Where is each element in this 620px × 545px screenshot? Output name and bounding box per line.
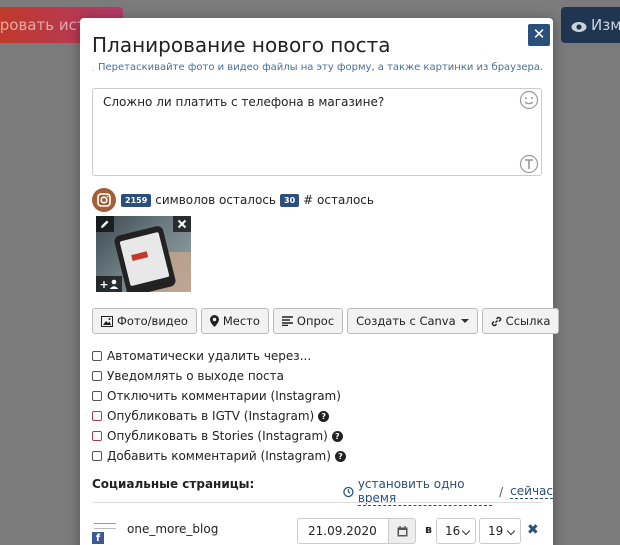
checkbox[interactable] — [92, 351, 102, 361]
checkbox[interactable] — [92, 431, 102, 441]
link-button[interactable]: Ссылка — [481, 308, 560, 334]
at-label: в — [425, 523, 432, 536]
user-icon — [109, 279, 118, 289]
calendar-button[interactable] — [389, 518, 416, 544]
option-add-comment[interactable]: Добавить комментарий (Instagram)? — [92, 446, 346, 466]
remove-account-icon[interactable]: ✖ — [527, 522, 539, 538]
map-marker-icon — [209, 315, 219, 327]
chars-left-label: символов осталось — [155, 193, 276, 207]
social-divider — [92, 502, 542, 503]
new-post-modal: ✕ Планирование нового поста Перетаскивай… — [80, 18, 560, 545]
instagram-icon — [92, 188, 116, 212]
option-notify[interactable]: Уведомлять о выходе поста — [92, 366, 346, 386]
now-link[interactable]: сейчас — [510, 484, 553, 499]
canva-dropdown-button[interactable]: Создать с Canva — [347, 308, 478, 334]
eye-icon — [571, 22, 587, 32]
post-text-input[interactable]: Сложно ли платить с телефона в магазине? — [92, 88, 542, 176]
question-circle-icon[interactable]: ? — [331, 430, 343, 442]
question-circle-icon[interactable]: ? — [318, 410, 330, 422]
post-options: Автоматически удалить через... Уведомлят… — [92, 346, 346, 466]
caret-down-icon — [460, 319, 469, 323]
media-toolbar: Фото/видео Место Опрос Создать с Canva С… — [92, 308, 563, 334]
clock-icon — [343, 486, 354, 497]
account-row: f one_more_blog 21.09.2020 в 16 19 ✖ — [92, 518, 552, 545]
counters-row: 2159 символов осталось 30 # осталось — [92, 188, 374, 212]
option-publish-stories[interactable]: Опубликовать в Stories (Instagram)? — [92, 426, 346, 446]
chars-left-badge: 2159 — [121, 193, 152, 207]
checkbox[interactable] — [92, 371, 102, 381]
option-disable-comments[interactable]: Отключить комментарии (Instagram) — [92, 386, 346, 406]
option-publish-igtv[interactable]: Опубликовать в IGTV (Instagram)? — [92, 406, 346, 426]
tag-user-button[interactable]: + — [96, 276, 122, 292]
delete-media-icon[interactable] — [173, 216, 191, 232]
link-icon — [491, 316, 501, 326]
account-name: one_more_blog — [127, 522, 219, 536]
image-icon — [101, 315, 113, 327]
place-button[interactable]: Место — [200, 308, 269, 334]
option-auto-delete[interactable]: Автоматически удалить через... — [92, 346, 346, 366]
background-edit-button: Изме — [561, 7, 620, 43]
smile-icon[interactable] — [519, 90, 539, 110]
close-button[interactable]: ✕ — [528, 24, 550, 46]
pencil-icon[interactable] — [96, 216, 114, 232]
list-icon — [281, 316, 293, 326]
social-pages-title: Социальные страницы: — [92, 477, 255, 491]
hashtags-left-badge: 30 — [280, 193, 300, 207]
hashtags-left-label: # осталось — [303, 193, 374, 207]
links-separator: / — [499, 484, 504, 499]
modal-title: Планирование нового поста — [92, 33, 391, 57]
question-circle-icon[interactable]: ? — [334, 450, 346, 462]
checkbox[interactable] — [92, 391, 102, 401]
drag-drop-hint: Перетаскивайте фото и видео файлы на эту… — [94, 62, 548, 73]
checkbox[interactable] — [92, 451, 102, 461]
checkbox[interactable] — [92, 411, 102, 421]
date-input[interactable]: 21.09.2020 — [297, 518, 389, 544]
photo-video-button[interactable]: Фото/видео — [92, 308, 197, 334]
calendar-icon — [397, 525, 407, 536]
minute-select[interactable]: 19 — [479, 518, 521, 544]
poll-button[interactable]: Опрос — [272, 308, 344, 334]
facebook-icon: f — [92, 532, 104, 544]
text-format-icon[interactable] — [519, 154, 539, 174]
hour-select[interactable]: 16 — [436, 518, 476, 544]
